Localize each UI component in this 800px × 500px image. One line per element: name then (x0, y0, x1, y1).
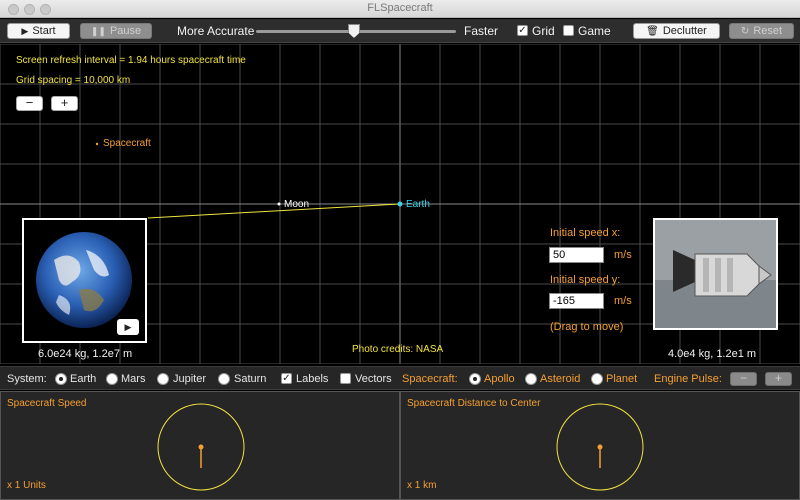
speed-y-unit: m/s (614, 295, 632, 307)
distance-scale-label: x 1 km (407, 480, 437, 491)
speed-gauge-center (198, 444, 204, 450)
checkmark-icon: ✓ (282, 373, 291, 384)
labels-checkbox-label: Labels (296, 373, 329, 385)
spacecraft-planet-label: Planet (606, 373, 638, 385)
simulation-canvas[interactable]: Screen refresh interval = 1.94 hours spa… (0, 44, 800, 364)
title-bar: FLSpacecraft (0, 0, 800, 18)
speed-scale-label: x 1 Units (7, 480, 46, 491)
checkmark-icon: ✓ (518, 25, 527, 36)
play-video-icon[interactable]: ▶ (117, 319, 139, 335)
system-saturn-label: Saturn (234, 373, 267, 385)
spacecraft-radio-planet[interactable] (591, 373, 603, 385)
system-radio-jupiter[interactable] (157, 373, 169, 385)
window-title: FLSpacecraft (367, 2, 433, 14)
reset-icon: ↻ (740, 25, 750, 37)
start-button[interactable]: ▶ Start (7, 23, 70, 39)
game-checkbox-label: Game (578, 24, 611, 38)
system-controls: System: Earth Mars Jupiter Saturn ✓ Labe… (0, 366, 800, 390)
faster-label: Faster (464, 24, 499, 38)
play-icon: ▶ (21, 25, 29, 36)
speed-x-unit: m/s (614, 249, 632, 261)
earth-caption: 6.0e24 kg, 1.2e7 m (38, 348, 133, 360)
photo-credits: Photo credits: NASA (352, 344, 444, 355)
trajectory-line (147, 203, 401, 219)
reset-button-label: Reset (753, 25, 783, 37)
app-window: FLSpacecraft ▶ Start ❚❚ Pause More Accur… (0, 0, 800, 500)
distance-panel: Spacecraft Distance to Center x 1 km (400, 391, 800, 500)
spacecraft-apollo-label: Apollo (484, 373, 515, 385)
apollo-spacecraft-image (655, 220, 776, 328)
spacecraft-dot[interactable] (95, 142, 99, 146)
spacecraft-radio-asteroid[interactable] (525, 373, 537, 385)
pause-button-label: Pause (109, 25, 142, 37)
game-checkbox[interactable] (563, 25, 574, 36)
system-earth-label: Earth (70, 373, 97, 385)
earth-photo: ▶ (22, 218, 147, 343)
earth-dot[interactable] (397, 201, 403, 207)
moon-label: Moon (284, 199, 310, 210)
earth-label: Earth (406, 199, 430, 210)
spacecraft-asteroid-label: Asteroid (540, 373, 581, 385)
moon-dot[interactable] (277, 202, 281, 206)
system-radio-mars[interactable] (106, 373, 118, 385)
speed-gauge (157, 403, 245, 491)
drag-hint: (Drag to move) (550, 321, 624, 333)
initial-speed-y-input[interactable]: -165 (549, 293, 604, 309)
toolbar: ▶ Start ❚❚ Pause More Accurate Faster ✓ … (0, 19, 800, 43)
system-radio-saturn[interactable] (218, 373, 230, 385)
initial-speed-x-input[interactable]: 50 (549, 247, 604, 263)
vectors-checkbox[interactable] (340, 373, 351, 384)
distance-gauge-center (597, 444, 603, 450)
declutter-button[interactable]: 🗑 Declutter (633, 23, 720, 39)
system-label: System: (7, 373, 47, 385)
initial-speed-y-label: Initial speed y: (550, 274, 621, 286)
trash-icon: 🗑 (646, 25, 659, 37)
start-button-label: Start (32, 25, 56, 37)
distance-gauge (556, 403, 644, 491)
grid-checkbox[interactable]: ✓ (517, 25, 528, 36)
speed-panel: Spacecraft Speed x 1 Units (0, 391, 400, 500)
pause-icon: ❚❚ (90, 25, 106, 36)
spacecraft-photo[interactable] (653, 218, 778, 330)
engine-pulse-label: Engine Pulse: (654, 373, 722, 385)
labels-checkbox[interactable]: ✓ (281, 373, 292, 384)
system-mars-label: Mars (121, 373, 146, 385)
spacecraft-type-label: Spacecraft: (402, 373, 458, 385)
declutter-button-label: Declutter (662, 25, 707, 37)
spacecraft-radio-apollo[interactable] (469, 373, 481, 385)
initial-speed-x-label: Initial speed x: (550, 227, 621, 239)
vectors-checkbox-label: Vectors (355, 373, 392, 385)
system-radio-earth[interactable] (55, 373, 67, 385)
engine-pulse-minus-button[interactable]: − (730, 372, 757, 386)
pause-button[interactable]: ❚❚ Pause (80, 23, 152, 39)
engine-pulse-plus-button[interactable]: + (765, 372, 792, 386)
system-jupiter-label: Jupiter (173, 373, 207, 385)
grid-checkbox-label: Grid (532, 24, 555, 38)
spacecraft-caption: 4.0e4 kg, 1.2e1 m (668, 348, 757, 360)
spacecraft-label: Spacecraft (103, 138, 151, 149)
reset-button[interactable]: ↻ Reset (729, 23, 794, 39)
speed-accuracy-slider-thumb[interactable] (348, 24, 360, 38)
more-accurate-label: More Accurate (177, 24, 255, 38)
